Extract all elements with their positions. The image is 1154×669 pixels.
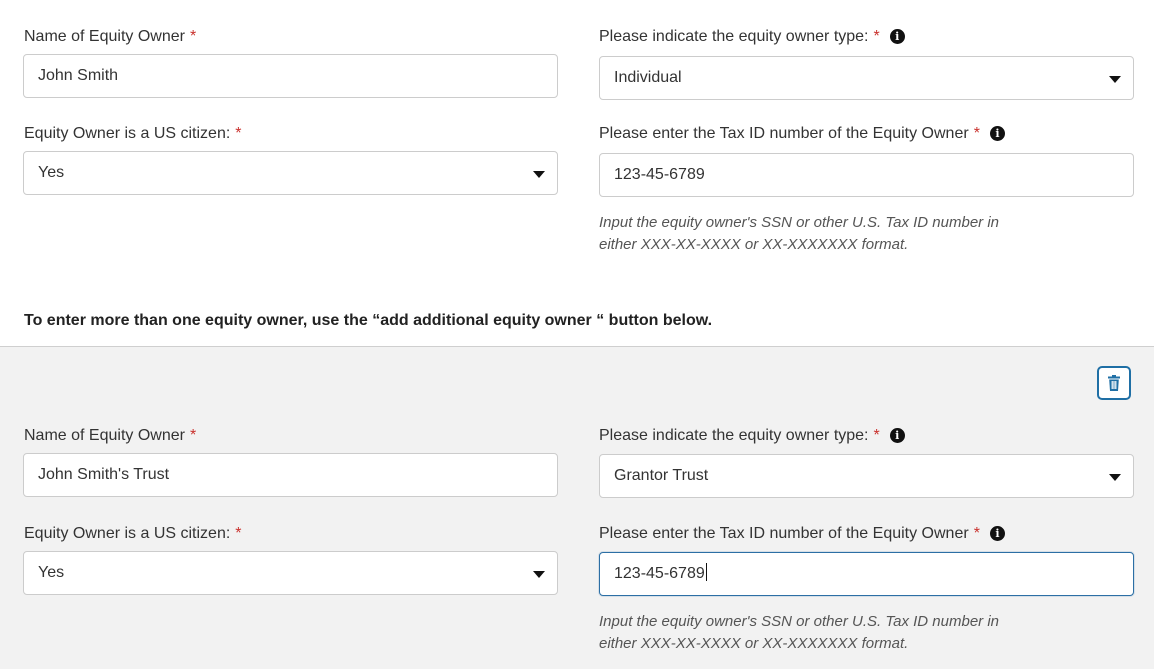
owner-type-select[interactable]: Individual xyxy=(599,56,1134,100)
required-mark: * xyxy=(873,427,880,444)
taxid-input[interactable]: 123-45-6789 xyxy=(599,153,1134,197)
equity-owner-section-2: Name of Equity Owner * John Smith's Trust… xyxy=(0,346,1154,669)
caret-down-icon xyxy=(1109,474,1121,481)
name-label: Name of Equity Owner * xyxy=(24,28,197,45)
taxid-help-text: Input the equity owner's SSN or other U.… xyxy=(599,214,1000,253)
citizen-select[interactable]: Yes xyxy=(23,551,558,595)
info-circle-icon[interactable]: i xyxy=(989,126,1005,141)
owner-type-select[interactable]: Grantor Trust xyxy=(599,454,1134,498)
additional-owner-note: To enter more than one equity owner, use… xyxy=(24,312,713,329)
name-label: Name of Equity Owner * xyxy=(24,427,197,444)
taxid-help-text: Input the equity owner's SSN or other U.… xyxy=(599,613,1000,652)
required-mark: * xyxy=(235,125,242,142)
taxid-label: Please enter the Tax ID number of the Eq… xyxy=(599,524,1005,544)
citizen-select[interactable]: Yes xyxy=(23,151,558,195)
caret-down-icon xyxy=(533,171,545,178)
equity-owner-section-1: Name of Equity Owner * John Smith Please … xyxy=(0,0,1154,346)
text-cursor xyxy=(705,563,707,581)
required-mark: * xyxy=(973,125,980,142)
required-mark: * xyxy=(235,525,242,542)
citizen-value: Yes xyxy=(38,164,65,181)
name-input[interactable]: John Smith xyxy=(23,54,558,98)
citizen-label: Equity Owner is a US citizen: * xyxy=(24,125,242,142)
owner-type-value: Grantor Trust xyxy=(614,467,709,484)
taxid-label: Please enter the Tax ID number of the Eq… xyxy=(599,124,1005,144)
info-circle-icon[interactable]: i xyxy=(989,526,1005,541)
info-circle-icon[interactable]: i xyxy=(889,29,905,44)
info-circle-icon[interactable]: i xyxy=(889,428,905,443)
delete-owner-button[interactable] xyxy=(1097,366,1131,400)
caret-down-icon xyxy=(1109,76,1121,83)
citizen-label: Equity Owner is a US citizen: * xyxy=(24,525,242,542)
caret-down-icon xyxy=(533,571,545,578)
required-mark: * xyxy=(973,525,980,542)
required-mark: * xyxy=(189,427,197,444)
owner-type-label: Please indicate the equity owner type: * i xyxy=(599,27,905,47)
required-mark: * xyxy=(189,28,197,45)
trash-icon xyxy=(1108,375,1120,391)
citizen-value: Yes xyxy=(38,564,65,581)
owner-type-value: Individual xyxy=(614,69,682,86)
name-input[interactable]: John Smith's Trust xyxy=(23,453,558,497)
owner-type-label: Please indicate the equity owner type: * i xyxy=(599,426,905,446)
required-mark: * xyxy=(873,28,880,45)
taxid-input[interactable]: 123-45-6789 xyxy=(599,552,1134,596)
